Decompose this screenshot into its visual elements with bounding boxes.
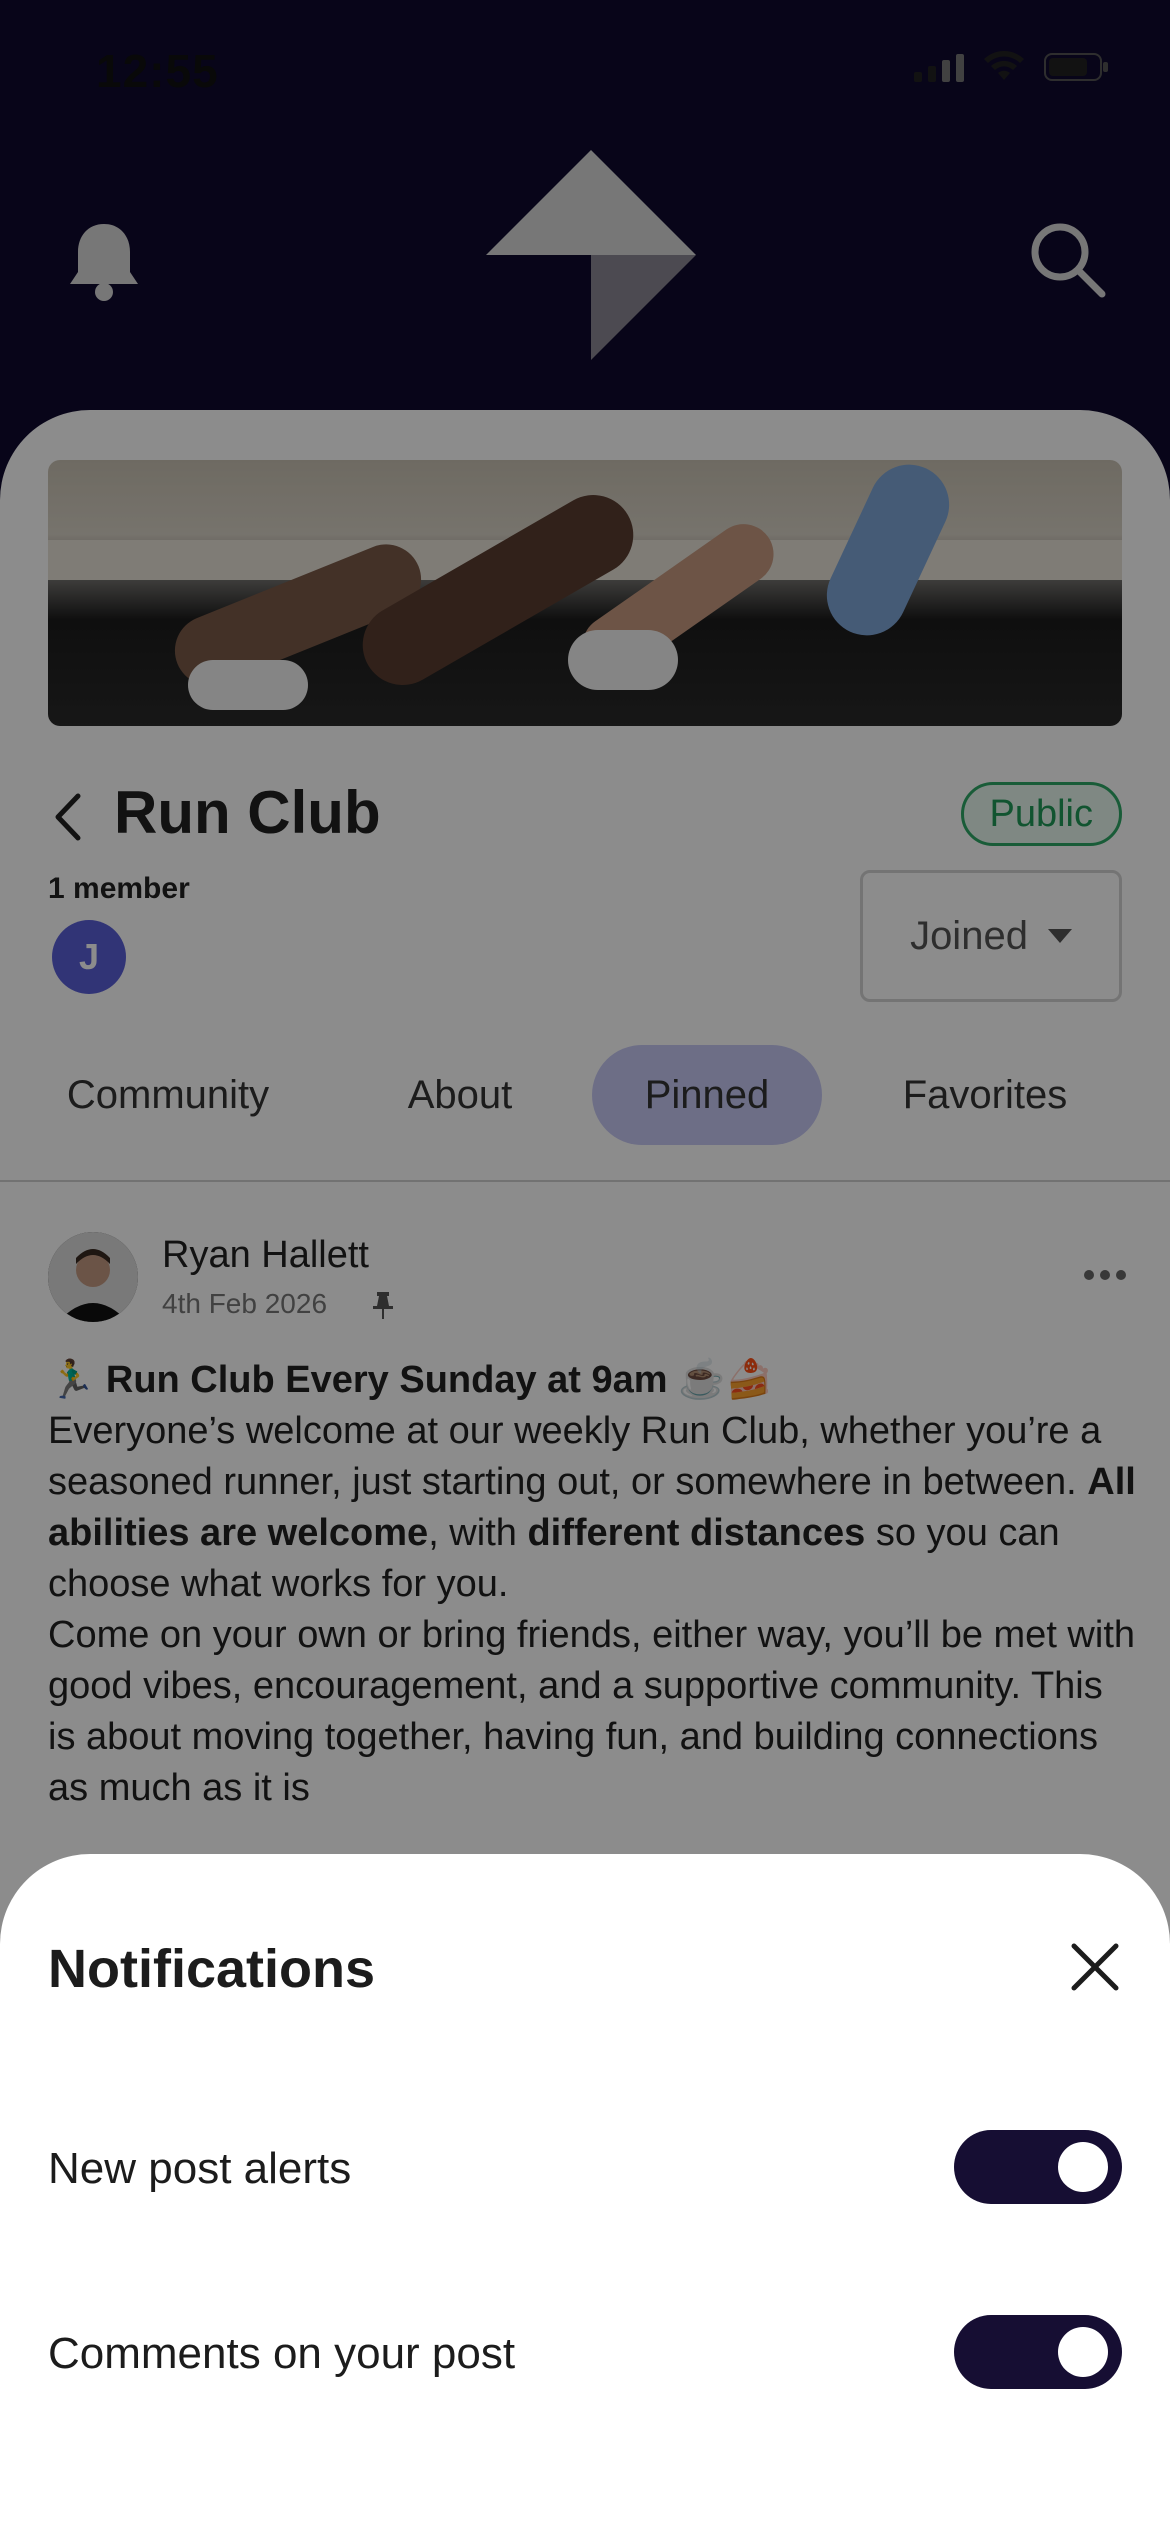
sheet-title: Notifications [48,1939,376,1999]
screen: 12:55 Run Club Public 1 member J Joined … [0,0,1170,2532]
comments-on-post-toggle[interactable] [954,2315,1122,2389]
setting-label: New post alerts [48,2144,352,2193]
setting-label: Comments on your post [48,2329,516,2378]
setting-row-comments-on-post: Comments on your post [48,2315,1122,2395]
setting-row-new-post-alerts: New post alerts [48,2130,1122,2210]
new-post-alerts-toggle[interactable] [954,2130,1122,2204]
close-icon[interactable] [1068,1940,1122,1994]
notifications-sheet: Notifications New post alerts Comments o… [0,1854,1170,2532]
